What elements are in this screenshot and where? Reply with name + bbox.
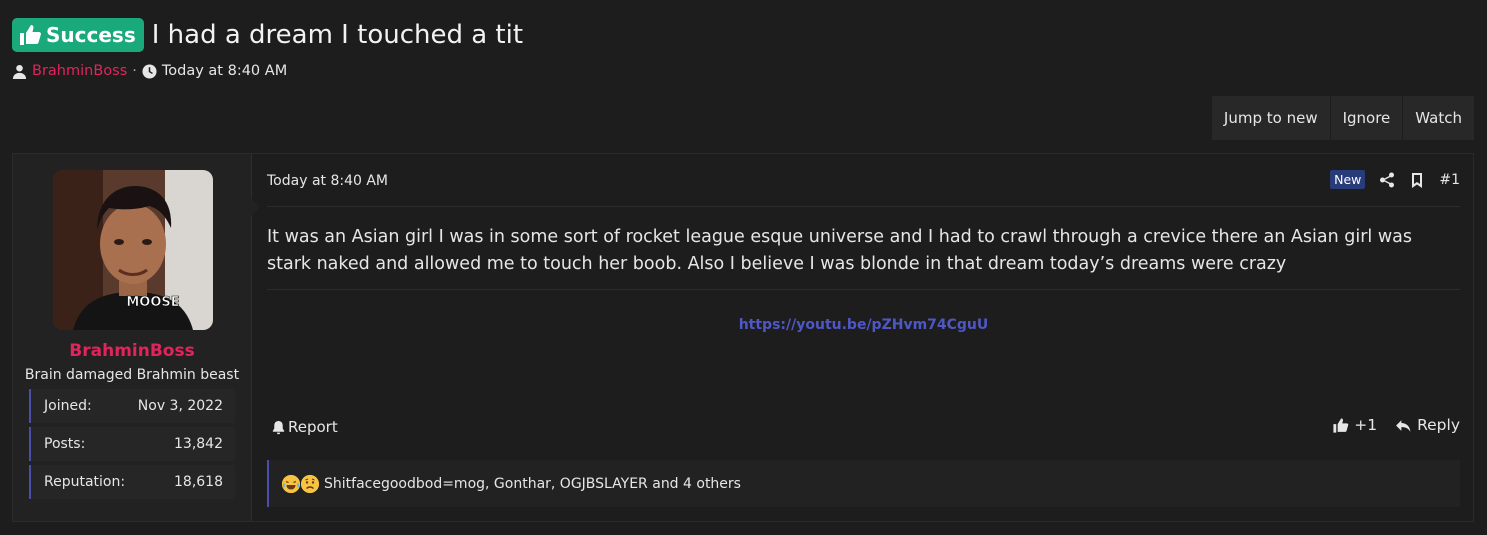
user-cell: MOOSE BrahminBoss Brain damaged Brahmin … xyxy=(13,154,260,521)
post-body: It was an Asian girl I was in some sort … xyxy=(267,227,1412,274)
stat-reputation: Reputation: 18,618 xyxy=(29,465,235,499)
header-divider xyxy=(267,206,1460,207)
page-title: I had a dream I touched a tit xyxy=(151,20,524,50)
user-icon xyxy=(12,64,27,79)
bookmark-icon[interactable] xyxy=(1409,172,1425,188)
stat-label: Joined: xyxy=(44,398,92,414)
stat-value: 18,618 xyxy=(174,474,223,490)
post-number-link[interactable]: #1 xyxy=(1439,172,1460,188)
user-title: Brain damaged Brahmin beast xyxy=(24,367,240,383)
stat-value[interactable]: 13,842 xyxy=(174,436,223,452)
youtube-link[interactable]: https://youtu.be/pZHvm74CguU xyxy=(267,317,1460,333)
stat-joined: Joined: Nov 3, 2022 xyxy=(29,389,235,423)
avatar[interactable]: MOOSE xyxy=(53,170,213,330)
avatar-caption: MOOSE xyxy=(126,295,179,310)
report-button[interactable]: Report xyxy=(271,418,338,436)
body-divider xyxy=(267,289,1460,290)
thumbs-up-icon xyxy=(1333,417,1349,433)
stat-value: Nov 3, 2022 xyxy=(137,398,223,414)
user-stats: Joined: Nov 3, 2022 Posts: 13,842 Reputa… xyxy=(29,389,235,503)
ignore-button[interactable]: Ignore xyxy=(1329,96,1403,140)
thread-header: Success I had a dream I touched a tit xyxy=(12,18,523,52)
reaction-count: +1 xyxy=(1354,416,1378,434)
thread-toolbar: Jump to new Ignore Watch xyxy=(1211,96,1474,140)
thread-author-link[interactable]: BrahminBoss xyxy=(32,63,127,79)
bell-icon xyxy=(272,420,285,434)
clock-icon xyxy=(142,63,157,79)
meta-separator: · xyxy=(132,63,137,79)
post-date[interactable]: Today at 8:40 AM xyxy=(267,173,388,189)
prefix-label: Success xyxy=(46,23,136,47)
thread-time[interactable]: Today at 8:40 AM xyxy=(162,63,287,79)
watch-button[interactable]: Watch xyxy=(1402,96,1474,140)
stat-label: Reputation: xyxy=(44,474,126,490)
thread-meta: BrahminBoss · Today at 8:40 AM xyxy=(12,63,287,79)
post-footer-actions: +1 Reply xyxy=(1332,416,1460,434)
reactions-bar[interactable]: Shitfacegoodbod=mog, Gonthar, OGJBSLAYER… xyxy=(267,460,1460,507)
new-badge: New xyxy=(1330,170,1366,189)
post-actions: New #1 xyxy=(1330,170,1460,189)
jump-to-new-button[interactable]: Jump to new xyxy=(1211,96,1330,140)
sad-emoji-icon xyxy=(301,474,319,493)
like-button[interactable]: +1 xyxy=(1332,416,1377,434)
reply-icon xyxy=(1396,419,1411,432)
post-username[interactable]: BrahminBoss xyxy=(13,341,251,361)
stat-label: Posts: xyxy=(44,436,86,452)
reply-button[interactable]: Reply xyxy=(1395,416,1460,434)
avatar-image: MOOSE xyxy=(53,170,213,330)
report-label: Report xyxy=(288,418,338,436)
success-prefix-badge[interactable]: Success xyxy=(12,18,144,52)
laugh-cry-emoji-icon xyxy=(282,474,300,493)
post-container: MOOSE BrahminBoss Brain damaged Brahmin … xyxy=(12,153,1474,522)
share-icon[interactable] xyxy=(1379,172,1395,188)
reactions-list: Shitfacegoodbod=mog, Gonthar, OGJBSLAYER… xyxy=(324,475,741,492)
stat-posts: Posts: 13,842 xyxy=(29,427,235,461)
thumbs-up-icon xyxy=(20,25,41,45)
reply-label: Reply xyxy=(1417,416,1460,434)
post-main: Today at 8:40 AM New #1 It was an Asian … xyxy=(267,154,1460,521)
